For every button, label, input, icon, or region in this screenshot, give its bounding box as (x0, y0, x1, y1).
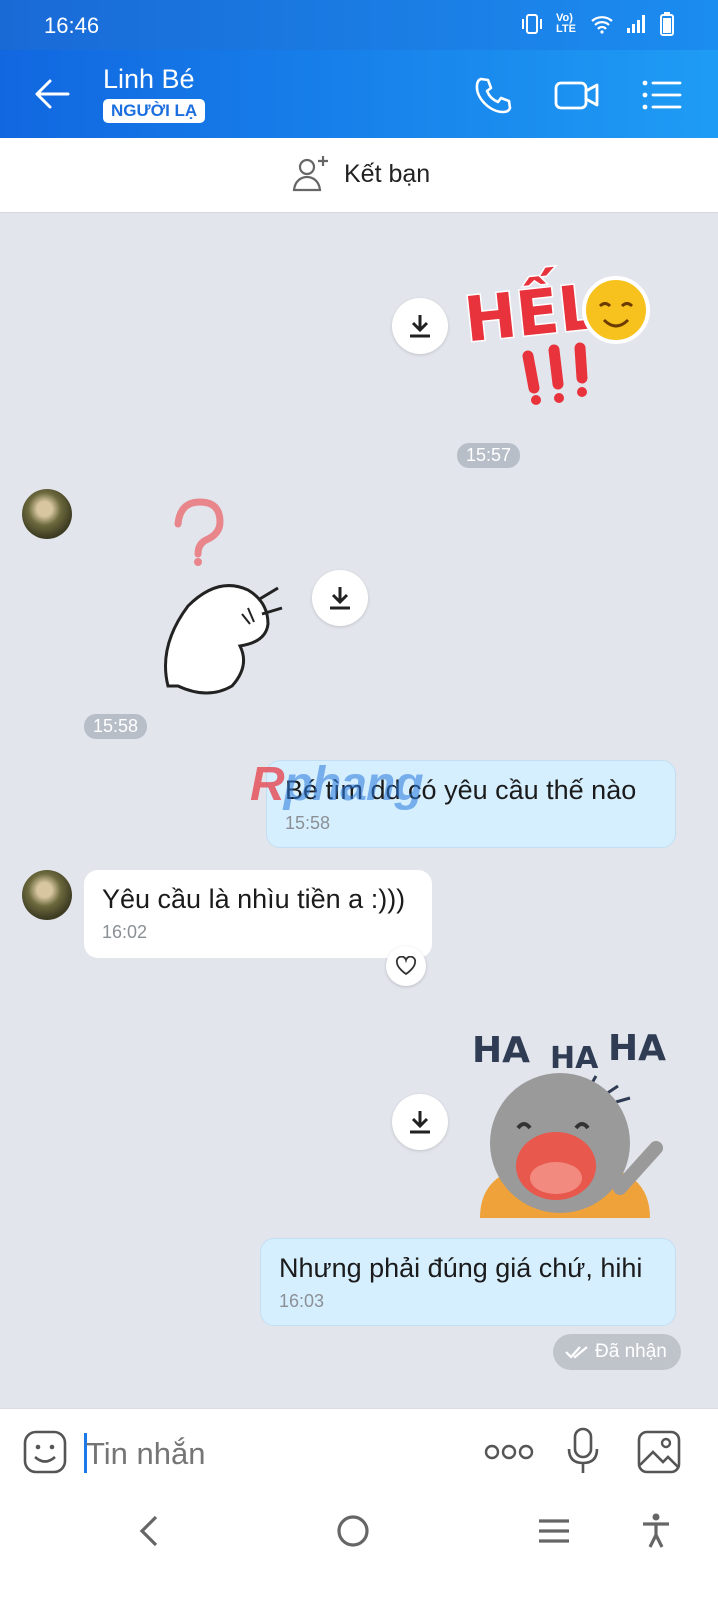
accessibility-icon[interactable] (640, 1512, 672, 1550)
question-sticker[interactable] (158, 496, 298, 706)
phone-call-icon[interactable] (472, 74, 514, 116)
incoming-message[interactable]: Yêu cầu là nhìu tiền a :))) 16:02 (84, 870, 432, 958)
emoji-icon[interactable] (22, 1429, 68, 1475)
hello-sticker[interactable]: HẾL (458, 250, 676, 406)
nav-back-icon[interactable] (134, 1514, 164, 1548)
status-time: 16:46 (44, 13, 100, 38)
more-options-icon[interactable] (484, 1443, 534, 1461)
add-friend-button[interactable]: Kết bạn (292, 154, 430, 194)
outgoing-message[interactable]: Nhưng phải đúng giá chứ, hihi 16:03 (260, 1238, 676, 1326)
microphone-icon[interactable] (566, 1427, 600, 1477)
message-text: Yêu cầu là nhìu tiền a :))) (102, 884, 406, 914)
add-friend-bar: Kết bạn (0, 138, 718, 213)
delivery-status: Đã nhận (553, 1334, 681, 1370)
svg-text:HA: HA (472, 1030, 530, 1071)
battery-icon (660, 12, 674, 36)
image-gallery-icon[interactable] (636, 1429, 682, 1475)
stranger-badge: NGƯỜI LẠ (103, 99, 206, 123)
svg-text:HA: HA (550, 1041, 599, 1076)
wifi-icon (591, 16, 613, 34)
system-nav-bar (0, 1500, 718, 1600)
double-check-icon (565, 1346, 588, 1359)
volte-icon: Vo) LTE (556, 12, 576, 35)
message-input-bar (0, 1408, 718, 1501)
status-bar: 16:46 Vo) LTE (0, 0, 718, 50)
svg-text:HA: HA (608, 1028, 666, 1069)
watermark-logo: Rphang (250, 758, 424, 811)
download-button[interactable] (392, 1094, 448, 1150)
chat-header: Linh Bé NGƯỜI LẠ (0, 50, 718, 138)
heart-icon (395, 956, 417, 976)
message-time: 15:58 (285, 813, 331, 833)
download-icon (410, 315, 430, 338)
nav-home-icon[interactable] (334, 1512, 372, 1550)
back-arrow-icon[interactable] (30, 72, 74, 116)
message-input[interactable] (86, 1431, 466, 1477)
signal-icon (627, 15, 645, 33)
timestamp-pill: 15:57 (457, 443, 521, 468)
vibrate-icon (522, 14, 542, 34)
message-time: 16:03 (279, 1291, 325, 1311)
add-friend-label: Kết bạn (344, 159, 431, 188)
download-button[interactable] (392, 298, 448, 354)
react-button[interactable] (386, 946, 426, 986)
timestamp-pill: 15:58 (84, 714, 148, 739)
message-text: Nhưng phải đúng giá chứ, hihi (279, 1253, 643, 1283)
message-time: 16:02 (102, 922, 148, 942)
contact-avatar[interactable] (22, 870, 72, 920)
contact-avatar[interactable] (22, 489, 72, 539)
menu-list-icon[interactable] (640, 74, 682, 116)
video-call-icon[interactable] (554, 74, 600, 116)
status-icons: Vo) LTE (520, 12, 674, 36)
contact-name[interactable]: Linh Bé (103, 64, 195, 95)
haha-sticker[interactable]: HA HA HA (470, 1018, 670, 1230)
hello-sticker-text: HẾL (460, 262, 601, 357)
delivery-status-label: Đã nhận (595, 1341, 667, 1362)
download-icon (330, 587, 350, 610)
add-friend-icon (292, 156, 328, 192)
nav-recents-icon[interactable] (536, 1516, 572, 1546)
download-button[interactable] (312, 570, 368, 626)
download-icon (410, 1111, 430, 1134)
